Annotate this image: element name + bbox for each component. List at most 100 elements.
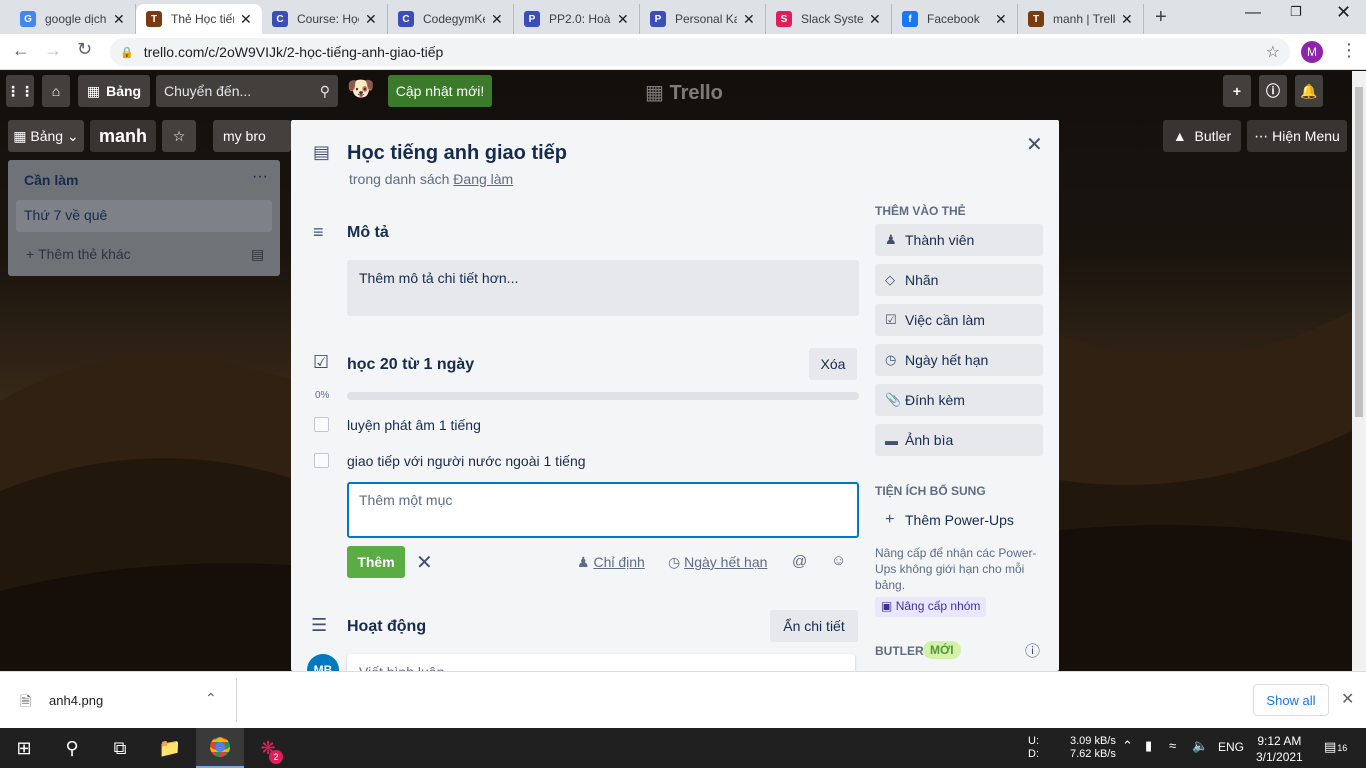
browser-tab[interactable]: Tmanh | Trello ✕ (1018, 4, 1144, 34)
back-icon[interactable]: ← (12, 40, 30, 61)
url-input[interactable]: 🔒 trello.com/c/2oW9VIJk/2-học-tiếng-anh-… (110, 38, 1290, 66)
browser-tab[interactable]: C CodegymKe ✕ (388, 4, 514, 34)
assign-button[interactable]: ♟ Chỉ định (577, 554, 645, 571)
wifi-icon[interactable]: ≈ (1169, 738, 1176, 753)
comment-input[interactable]: Viết bình luận... (347, 654, 855, 671)
add-card-button[interactable]: + Thêm thẻ khác (26, 246, 131, 262)
due-date-sidebar-button[interactable]: ◷ Ngày hết hạn (875, 344, 1043, 376)
browser-tab[interactable]: f Facebook ✕ (892, 4, 1018, 34)
avatar[interactable]: MB (307, 654, 339, 671)
browser-tab[interactable]: Ggoogle dịch ✕ (10, 4, 136, 34)
browser-tab[interactable]: C Course: Học ✕ (262, 4, 388, 34)
battery-icon[interactable]: ▮ (1145, 738, 1152, 754)
reload-icon[interactable]: ↻ (77, 39, 92, 60)
notification-bell-icon[interactable]: 🔔 (1295, 75, 1323, 107)
chevron-up-icon[interactable]: ⌃ (205, 690, 217, 707)
attachment-button[interactable]: 📎 Đính kèm (875, 384, 1043, 416)
minimize-button[interactable]: — (1245, 4, 1261, 22)
close-download-bar-icon[interactable]: ✕ (1341, 689, 1354, 709)
info-icon[interactable]: ⓘ (1025, 640, 1040, 661)
browser-tab[interactable]: P Personal Ka ✕ (640, 4, 766, 34)
scrollbar-thumb[interactable] (1355, 87, 1363, 417)
tab-close-icon[interactable]: ✕ (869, 11, 881, 28)
butler-button[interactable]: ▲ Butler (1163, 120, 1241, 152)
chrome-icon[interactable] (196, 728, 244, 768)
create-icon[interactable]: + (1223, 75, 1251, 107)
tab-close-icon[interactable]: ✕ (365, 11, 377, 28)
card-item[interactable]: Thứ 7 về quê (16, 200, 272, 232)
file-explorer-icon[interactable]: 📁 (146, 728, 194, 768)
tab-close-icon[interactable]: ✕ (1121, 11, 1133, 28)
apps-icon[interactable]: ⋮⋮ (6, 75, 34, 107)
add-item-button[interactable]: Thêm (347, 546, 405, 578)
slack-icon[interactable]: ❋ 2 (244, 728, 292, 768)
card-title[interactable]: Học tiếng anh giao tiếp (347, 142, 567, 165)
cancel-add-icon[interactable]: ✕ (416, 550, 433, 575)
home-icon[interactable]: ⌂ (42, 75, 70, 107)
star-board-icon[interactable]: ☆ (162, 120, 196, 152)
language-indicator[interactable]: ENG (1218, 740, 1244, 754)
profile-avatar[interactable]: M (1301, 41, 1323, 63)
list-title[interactable]: Cần làm (24, 172, 78, 188)
checklist-item-text[interactable]: luyện phát âm 1 tiếng (347, 417, 481, 433)
browser-tab[interactable]: P PP2.0: Hoàn ✕ (514, 4, 640, 34)
card-template-icon[interactable]: ▤ (251, 246, 264, 263)
info-icon[interactable]: ⓘ (1259, 75, 1287, 107)
checklist-title[interactable]: học 20 từ 1 ngày (347, 356, 474, 374)
emoji-icon[interactable]: ☺ (831, 552, 846, 569)
page-scrollbar[interactable] (1352, 71, 1366, 671)
close-modal-icon[interactable]: ✕ (1026, 132, 1043, 157)
delete-checklist-button[interactable]: Xóa (809, 348, 857, 380)
task-view-icon[interactable]: ⧉ (96, 728, 144, 768)
forward-icon[interactable]: → (44, 40, 62, 61)
members-button[interactable]: ♟ Thành viên (875, 224, 1043, 256)
upgrade-team-button[interactable]: ▣ Nâng cấp nhóm (875, 597, 987, 617)
tab-close-icon[interactable]: ✕ (617, 11, 629, 28)
clock[interactable]: 9:12 AM 3/1/2021 (1256, 733, 1303, 765)
browser-tab[interactable]: T Thẻ Học tiếng anh ✕ (136, 4, 262, 34)
tab-close-icon[interactable]: ✕ (743, 11, 755, 28)
mention-icon[interactable]: @ (792, 553, 807, 570)
notification-center-icon[interactable]: ▤16 (1324, 739, 1347, 755)
tab-close-icon[interactable]: ✕ (240, 11, 252, 28)
list-link[interactable]: Đang làm (453, 171, 513, 187)
tray-chevron-icon[interactable]: ⌃ (1122, 738, 1133, 754)
windows-start-icon[interactable]: ⊞ (0, 728, 48, 768)
checklist-button[interactable]: ☑ Việc cần làm (875, 304, 1043, 336)
new-tab-button[interactable]: + (1155, 6, 1167, 29)
board-name[interactable]: manh (90, 120, 156, 152)
clock-icon: ◷ (885, 352, 897, 367)
maximize-button[interactable]: ❐ (1290, 4, 1302, 20)
volume-icon[interactable]: 🔈 (1192, 738, 1208, 754)
boards-button[interactable]: ▦ Bảng (78, 75, 150, 107)
list-menu-icon[interactable]: ··· (252, 168, 268, 186)
checklist-label: Việc cần làm (905, 312, 985, 328)
search-icon[interactable]: ⚲ (48, 728, 96, 768)
tab-close-icon[interactable]: ✕ (113, 11, 125, 28)
team-button[interactable]: my bro (213, 120, 291, 152)
description-input[interactable]: Thêm mô tả chi tiết hơn... (347, 260, 859, 316)
close-window-button[interactable]: ✕ (1336, 2, 1351, 23)
show-all-button[interactable]: Show all (1253, 684, 1329, 716)
card-detail-modal: ▤ Học tiếng anh giao tiếp trong danh sác… (291, 120, 1059, 671)
due-date-button[interactable]: ◷ Ngày hết hạn (668, 554, 767, 571)
checklist-item-checkbox[interactable] (314, 417, 329, 432)
show-menu-button[interactable]: ⋯ Hiện Menu (1247, 120, 1347, 152)
tab-close-icon[interactable]: ✕ (995, 11, 1007, 28)
chrome-menu-icon[interactable]: ⋮ (1340, 40, 1358, 61)
labels-button[interactable]: ◇ Nhãn (875, 264, 1043, 296)
download-filename[interactable]: anh4.png (49, 693, 103, 708)
add-powerups-button[interactable]: + Thêm Power-Ups (875, 504, 1043, 536)
checklist-item-checkbox[interactable] (314, 453, 329, 468)
add-checklist-item-input[interactable]: Thêm một mục (347, 482, 859, 538)
jump-search-input[interactable]: Chuyển đến... ⚲ (156, 75, 338, 107)
browser-tab[interactable]: S Slack System ✕ (766, 4, 892, 34)
bookmark-star-icon[interactable]: ☆ (1266, 42, 1280, 62)
checklist-item-text[interactable]: giao tiếp với người nước ngoài 1 tiếng (347, 453, 586, 469)
trello-logo[interactable]: ▦ Trello (645, 80, 723, 105)
boards-dropdown[interactable]: ▦ Bảng ⌄ (8, 120, 84, 152)
hide-details-button[interactable]: Ẩn chi tiết (770, 610, 858, 642)
tab-close-icon[interactable]: ✕ (491, 11, 503, 28)
update-button[interactable]: Cập nhật mới! (388, 75, 492, 107)
cover-button[interactable]: ▬ Ảnh bìa (875, 424, 1043, 456)
